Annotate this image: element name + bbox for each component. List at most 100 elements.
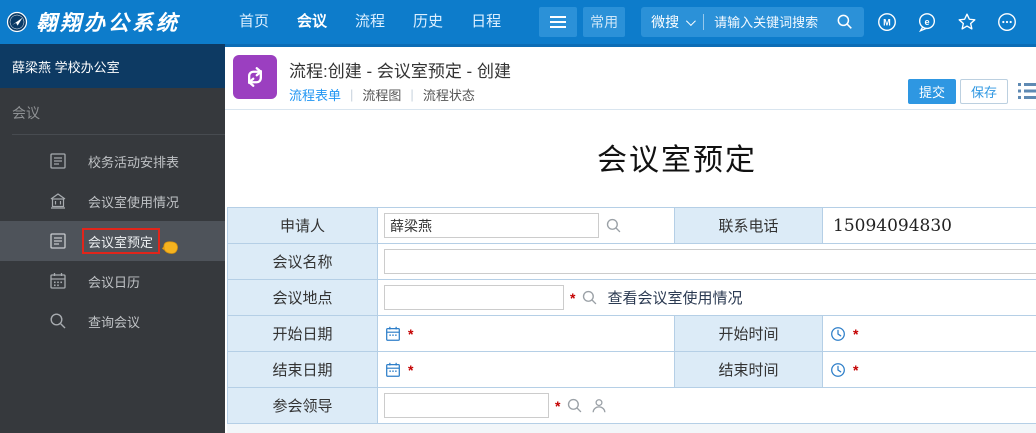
search-icon[interactable] <box>581 289 599 307</box>
search-icon <box>48 311 68 331</box>
end-time-label: 结束时间 <box>675 352 823 388</box>
sidebar-item-activity-schedule[interactable]: 校务活动安排表 <box>0 141 225 181</box>
topbar-icon-group: M e <box>876 11 1036 33</box>
app-logo-icon <box>6 11 28 33</box>
form-table: 申请人 联系电话 15094094830 会议名称 会议地点 * <box>227 207 1036 424</box>
nav-item-meeting[interactable]: 会议 <box>283 0 341 44</box>
sidebar-item-label: 校务活动安排表 <box>88 152 179 171</box>
sidebar-item-meeting-search[interactable]: 查询会议 <box>0 301 225 341</box>
form-title: 会议室预定 <box>227 140 1036 182</box>
nav-item-schedule[interactable]: 日程 <box>457 0 515 44</box>
leaders-cell: * <box>378 388 1036 424</box>
calendar-icon[interactable] <box>384 361 402 379</box>
search-engine-selector[interactable]: 微搜 <box>651 12 693 32</box>
workflow-actions: 提交 保存 <box>908 79 1008 104</box>
main-nav: 首页 会议 流程 历史 日程 <box>225 0 515 44</box>
nav-item-workflow[interactable]: 流程 <box>341 0 399 44</box>
search-input[interactable] <box>714 15 836 30</box>
chevron-down-icon <box>686 16 696 26</box>
more-options-icon[interactable] <box>996 11 1018 33</box>
favorites-star-icon[interactable] <box>956 11 978 33</box>
start-date-cell: * <box>378 316 675 352</box>
sidebar-item-room-usage[interactable]: 会议室使用情况 <box>0 181 225 221</box>
quick-menu-button[interactable]: 常用 <box>583 7 625 37</box>
svg-text:M: M <box>883 18 891 28</box>
phone-value: 15094094830 <box>829 216 952 236</box>
next-row-partial <box>227 424 1036 433</box>
person-picker-icon[interactable] <box>590 397 608 415</box>
top-navigation-bar: 翱翔办公系统 首页 会议 流程 历史 日程 常用 微搜 M e <box>0 0 1036 44</box>
required-mark: * <box>853 326 858 342</box>
phone-cell: 15094094830 <box>823 208 1036 244</box>
app-logo-area: 翱翔办公系统 <box>0 0 225 44</box>
required-mark: * <box>408 326 413 342</box>
search-icon[interactable] <box>566 397 584 415</box>
document-icon <box>48 231 68 251</box>
building-icon <box>48 191 68 211</box>
list-menu-icon[interactable] <box>1017 80 1036 102</box>
end-date-cell: * <box>378 352 675 388</box>
sidebar-item-label: 会议室使用情况 <box>88 192 179 211</box>
location-cell: * 查看会议室使用情况 <box>378 280 1036 316</box>
clock-icon[interactable] <box>829 361 847 379</box>
sidebar-item-room-booking[interactable]: 会议室预定 <box>0 221 225 261</box>
document-icon <box>48 151 68 171</box>
workflow-header: 流程:创建 - 会议室预定 - 创建 流程表单 | 流程图 | 流程状态 提交 … <box>225 44 1036 110</box>
tab-process-status[interactable]: 流程状态 <box>423 85 475 104</box>
global-search-box: 微搜 <box>641 7 864 37</box>
search-engine-label: 微搜 <box>651 12 679 32</box>
phone-label: 联系电话 <box>675 208 823 244</box>
calendar-icon[interactable] <box>384 325 402 343</box>
tab-process-form[interactable]: 流程表单 <box>289 85 341 104</box>
booking-form: 会议室预定 申请人 联系电话 15094094830 会议名称 会议地点 <box>227 140 1036 424</box>
menu-hamburger-icon[interactable] <box>539 7 577 37</box>
messages-icon[interactable]: M <box>876 11 898 33</box>
nav-item-home[interactable]: 首页 <box>225 0 283 44</box>
meeting-name-label: 会议名称 <box>228 244 378 280</box>
sidebar-item-label: 会议日历 <box>88 272 140 291</box>
applicant-label: 申请人 <box>228 208 378 244</box>
sidebar: 薛梁燕 学校办公室 会议 校务活动安排表 会议室使用情况 <box>0 44 225 433</box>
meeting-name-cell <box>378 244 1036 280</box>
start-date-label: 开始日期 <box>228 316 378 352</box>
required-mark: * <box>408 362 413 378</box>
leaders-input[interactable] <box>384 393 549 418</box>
applicant-input[interactable] <box>384 213 599 238</box>
search-icon[interactable] <box>836 13 854 31</box>
meeting-name-input[interactable] <box>384 249 1036 274</box>
save-button[interactable]: 保存 <box>960 79 1008 104</box>
required-mark: * <box>555 398 560 414</box>
sidebar-item-meeting-calendar[interactable]: 会议日历 <box>0 261 225 301</box>
annotation-pointer-icon <box>162 238 181 257</box>
divider <box>703 14 704 30</box>
applicant-cell <box>378 208 675 244</box>
location-label: 会议地点 <box>228 280 378 316</box>
sidebar-item-label: 会议室预定 <box>88 232 153 251</box>
workflow-icon <box>233 55 277 99</box>
view-room-usage-link[interactable]: 查看会议室使用情况 <box>607 287 742 308</box>
leaders-label: 参会领导 <box>228 388 378 424</box>
sidebar-item-label: 查询会议 <box>88 312 140 331</box>
submit-button[interactable]: 提交 <box>908 79 956 104</box>
divider: | <box>350 87 353 102</box>
search-icon[interactable] <box>605 217 623 235</box>
nav-item-history[interactable]: 历史 <box>399 0 457 44</box>
svg-text:e: e <box>925 17 930 27</box>
required-mark: * <box>570 290 575 306</box>
end-time-cell: * <box>823 352 1036 388</box>
clock-icon[interactable] <box>829 325 847 343</box>
user-info-band: 薛梁燕 学校办公室 <box>0 44 225 88</box>
end-date-label: 结束日期 <box>228 352 378 388</box>
divider <box>12 134 225 135</box>
divider: | <box>410 87 413 102</box>
location-input[interactable] <box>384 285 564 310</box>
main-content: 流程:创建 - 会议室预定 - 创建 流程表单 | 流程图 | 流程状态 提交 … <box>225 44 1036 433</box>
app-title: 翱翔办公系统 <box>36 7 180 37</box>
chat-icon[interactable]: e <box>916 11 938 33</box>
sidebar-section-label: 会议 <box>0 88 225 134</box>
workflow-tabs: 流程表单 | 流程图 | 流程状态 <box>289 85 475 104</box>
start-time-cell: * <box>823 316 1036 352</box>
page-title: 流程:创建 - 会议室预定 - 创建 <box>289 57 511 82</box>
start-time-label: 开始时间 <box>675 316 823 352</box>
tab-process-diagram[interactable]: 流程图 <box>362 85 401 104</box>
